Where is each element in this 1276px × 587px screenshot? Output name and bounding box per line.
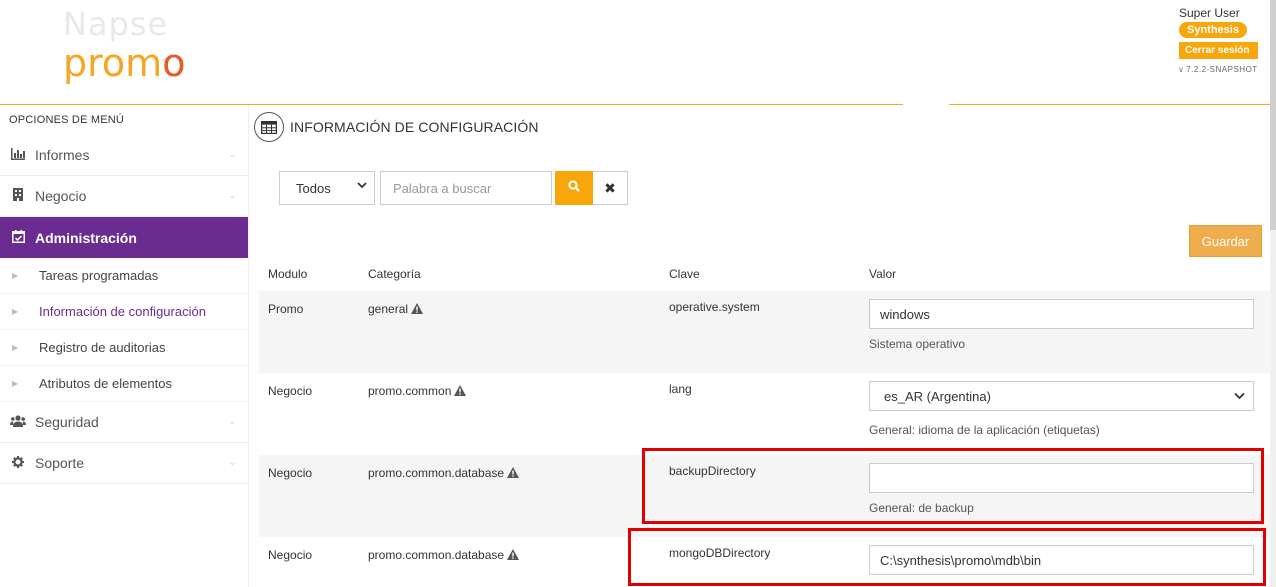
highlight-box-mongodb xyxy=(628,528,1266,586)
column-header-category[interactable]: Categoría xyxy=(368,267,421,281)
table-row: Promo general operative.system windows S… xyxy=(259,291,1271,373)
company-badge: Synthesis xyxy=(1179,22,1247,38)
column-header-module[interactable]: Modulo xyxy=(268,267,307,281)
caret-right-icon: ▶ xyxy=(12,343,19,352)
sidebar-item-informes[interactable]: Informes ⌄ xyxy=(0,135,248,176)
row-category: promo.common xyxy=(368,384,467,399)
chevron-down-icon: ⌄ xyxy=(228,149,236,159)
row-category-text: general xyxy=(368,302,409,316)
header: Napse promo Super User Synthesis Cerrar … xyxy=(0,0,1276,105)
menu-title: OPCIONES DE MENÚ xyxy=(9,114,125,126)
caret-right-icon: ▶ xyxy=(12,271,19,280)
warning-icon xyxy=(507,549,520,563)
search-input[interactable] xyxy=(380,171,552,205)
sidebar-item-label: Negocio xyxy=(35,188,87,204)
user-box: Super User Synthesis Cerrar sesión v 7.2… xyxy=(1179,6,1261,74)
sidebar-item-label: Seguridad xyxy=(35,414,99,430)
sidebar-item-negocio[interactable]: Negocio ⌄ xyxy=(0,176,248,217)
page-title-text: INFORMACIÓN DE CONFIGURACIÓN xyxy=(290,119,539,135)
sidebar-item-label: Soporte xyxy=(35,455,85,471)
row-category: promo.common.database xyxy=(368,466,520,481)
logout-button[interactable]: Cerrar sesión xyxy=(1179,42,1258,59)
highlight-box-backup xyxy=(642,448,1264,524)
save-button[interactable]: Guardar xyxy=(1189,225,1262,257)
module-filter-value: Todos xyxy=(296,180,331,196)
clear-search-button[interactable]: ✖ xyxy=(593,171,628,205)
sidebar-item-administracion[interactable]: Administración xyxy=(0,217,248,258)
sidebar-subitem-label: Registro de auditorias xyxy=(39,340,166,355)
sidebar-item-seguridad[interactable]: Seguridad ⌄ xyxy=(0,402,248,443)
column-header-value[interactable]: Valor xyxy=(869,267,896,281)
warning-icon xyxy=(411,303,424,317)
column-header-key[interactable]: Clave xyxy=(669,267,700,281)
sidebar-subitem-tareas[interactable]: ▶ Tareas programadas xyxy=(0,258,248,294)
row-module: Negocio xyxy=(268,548,313,562)
users-icon xyxy=(9,414,27,430)
table-row: Negocio promo.common lang es_AR (Argenti… xyxy=(259,373,1271,455)
gear-icon xyxy=(9,455,27,471)
language-select[interactable]: es_AR (Argentina) xyxy=(869,381,1254,411)
logo-letter-o: o xyxy=(101,41,126,85)
logo-letter-m: m xyxy=(125,41,163,85)
chevron-down-icon xyxy=(1234,389,1245,403)
value-input[interactable]: windows xyxy=(869,299,1254,329)
filter-bar: Todos ✖ xyxy=(279,171,628,205)
sidebar-subitem-label: Atributos de elementos xyxy=(39,376,172,391)
row-category-text: promo.common xyxy=(368,384,452,398)
sidebar-subitem-label: Tareas programadas xyxy=(39,268,159,283)
warning-icon xyxy=(507,467,520,481)
row-key: lang xyxy=(669,382,692,396)
caret-right-icon: ▶ xyxy=(12,307,19,316)
search-button[interactable] xyxy=(555,171,593,205)
main-content: INFORMACIÓN DE CONFIGURACIÓN Todos ✖ Gua… xyxy=(249,105,1271,587)
row-category-text: promo.common.database xyxy=(368,548,505,562)
user-name: Super User xyxy=(1179,6,1240,20)
row-category: promo.common.database xyxy=(368,548,520,563)
close-icon: ✖ xyxy=(604,179,616,196)
value-description: Sistema operativo xyxy=(869,337,966,351)
chevron-down-icon: ⌄ xyxy=(228,190,236,200)
row-module: Negocio xyxy=(268,384,313,398)
row-module: Promo xyxy=(268,302,304,316)
row-module: Negocio xyxy=(268,466,313,480)
row-key: operative.system xyxy=(669,300,760,314)
row-category: general xyxy=(368,302,424,317)
table-icon xyxy=(254,112,284,142)
chevron-down-icon xyxy=(357,181,367,192)
page-title: INFORMACIÓN DE CONFIGURACIÓN xyxy=(254,112,539,142)
language-select-value: es_AR (Argentina) xyxy=(884,388,991,404)
chevron-down-icon: ⌄ xyxy=(228,457,236,467)
value-description: General: idioma de la aplicación (etique… xyxy=(869,423,1100,437)
version-label: v 7.2.2-SNAPSHOT xyxy=(1179,65,1258,74)
sidebar-subitem-registro-auditorias[interactable]: ▶ Registro de auditorias xyxy=(0,330,248,366)
napse-promo-logo: Napse promo xyxy=(63,6,185,84)
bar-chart-icon xyxy=(9,147,27,163)
caret-right-icon: ▶ xyxy=(12,379,19,388)
sidebar-item-label: Informes xyxy=(35,147,90,163)
row-category-text: promo.common.database xyxy=(368,466,505,480)
sidebar-item-label: Administración xyxy=(35,229,137,246)
search-icon xyxy=(568,179,580,197)
sidebar-subitem-informacion-configuracion[interactable]: ▶ Información de configuración xyxy=(0,294,248,330)
logo-top-text: Napse xyxy=(63,5,169,43)
chevron-down-icon: ⌄ xyxy=(228,416,236,426)
sidebar: OPCIONES DE MENÚ Informes ⌄ Negocio ⌄ Ad… xyxy=(0,105,249,587)
logo-bottom-text: promo xyxy=(63,42,185,84)
logo-letters-pr: pr xyxy=(63,41,102,85)
logo-letter-o-red: o xyxy=(162,41,186,85)
module-filter-select[interactable]: Todos xyxy=(279,171,375,205)
sidebar-subitem-atributos[interactable]: ▶ Atributos de elementos xyxy=(0,366,248,402)
building-icon xyxy=(9,188,27,204)
calendar-check-icon xyxy=(9,229,27,246)
sidebar-item-soporte[interactable]: Soporte ⌄ xyxy=(0,443,248,484)
warning-icon xyxy=(454,385,467,399)
sidebar-subitem-label: Información de configuración xyxy=(39,304,206,319)
